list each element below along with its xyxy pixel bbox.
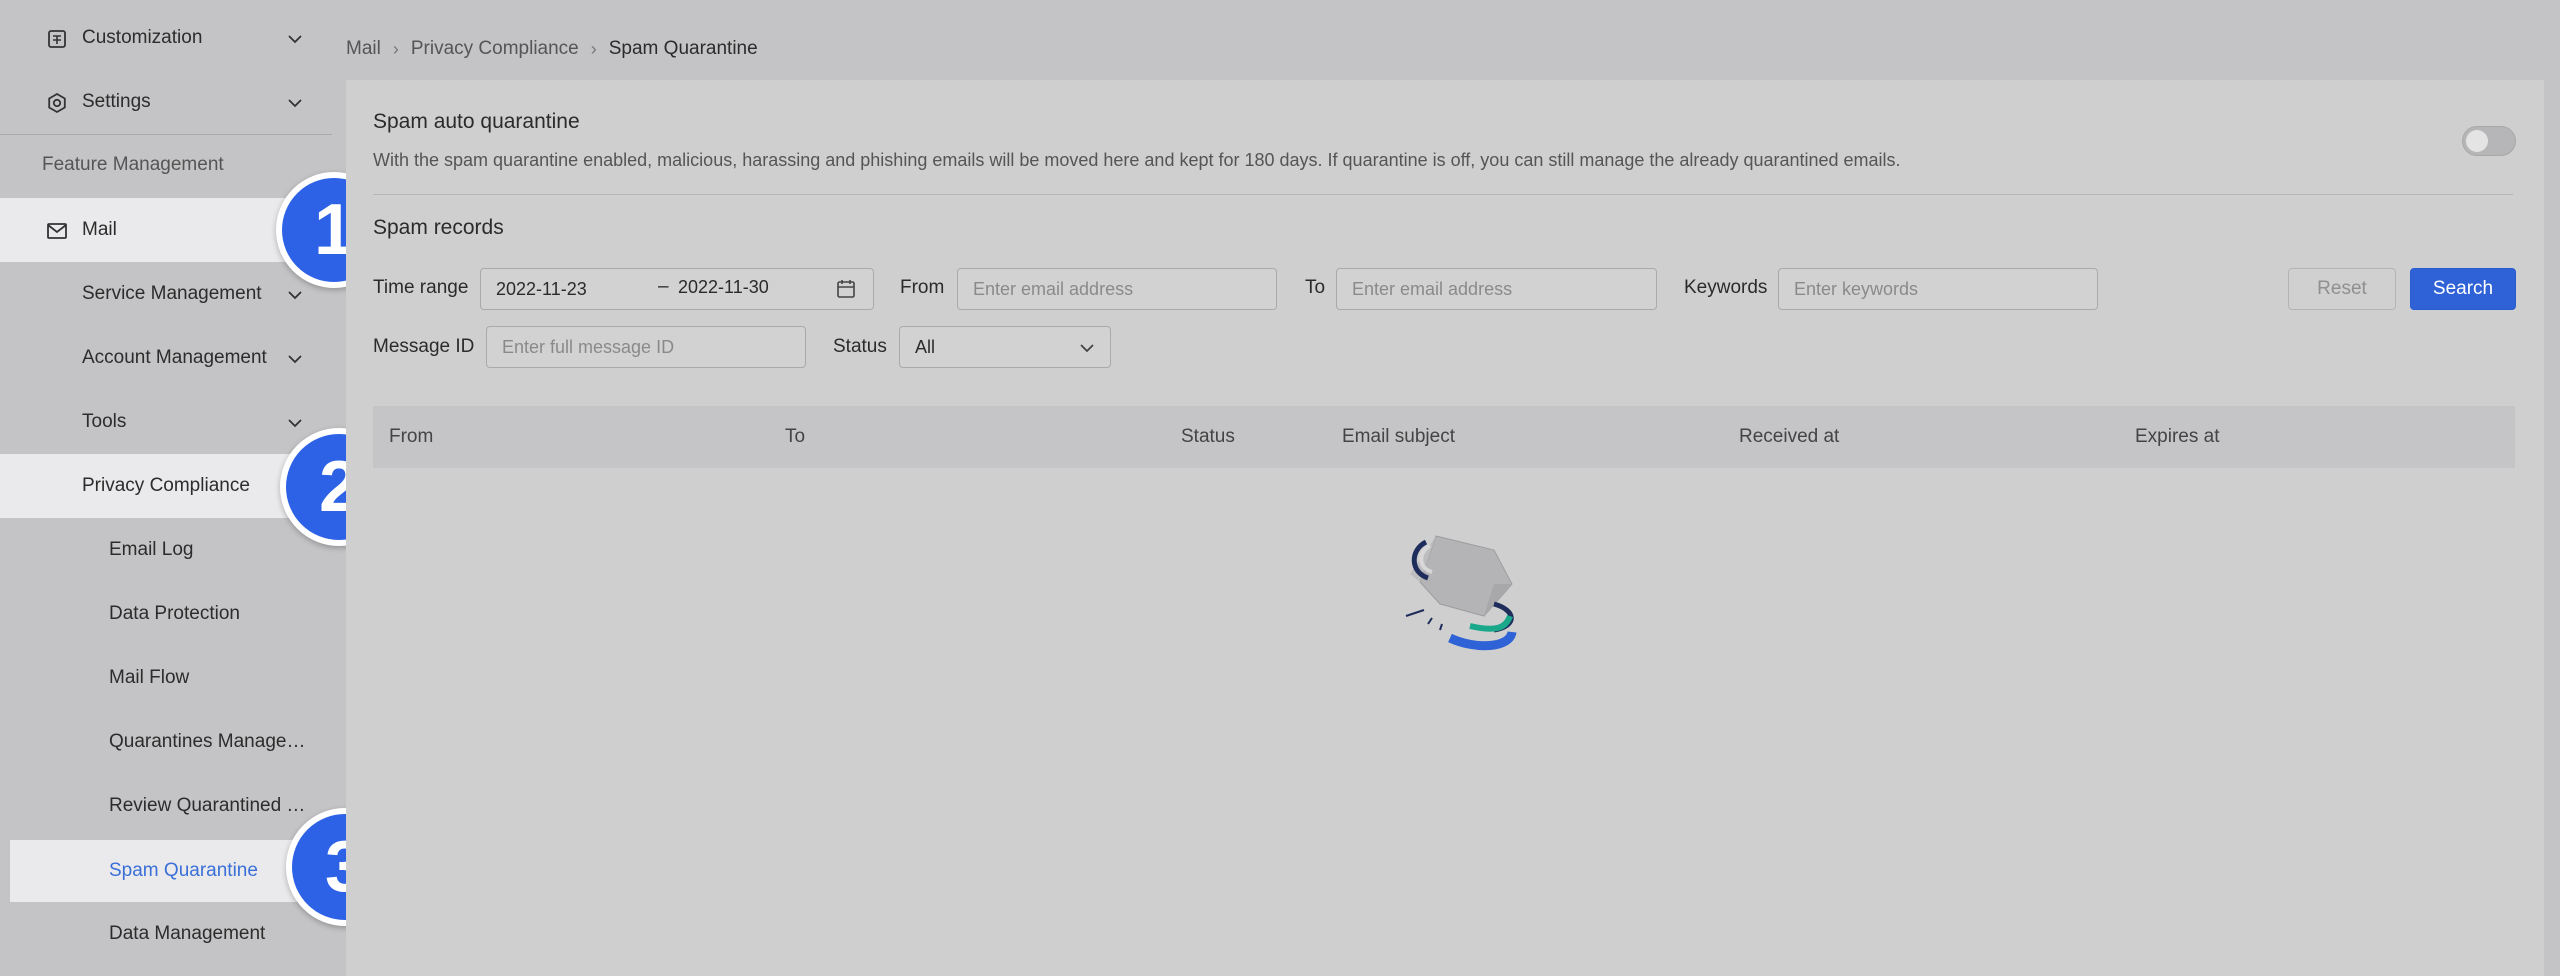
sidebar-item-settings[interactable]: Settings — [0, 70, 332, 134]
chevron-down-icon — [288, 355, 302, 364]
sidebar-item-label: Privacy Compliance — [82, 475, 250, 496]
sidebar-item-label: Settings — [82, 91, 151, 112]
date-range-picker[interactable]: 2022-11-23 — [480, 268, 874, 310]
status-select[interactable]: All — [899, 326, 1111, 368]
breadcrumb-item-mail[interactable]: Mail — [346, 38, 381, 60]
status-label: Status — [833, 336, 887, 357]
to-label: To — [1305, 277, 1326, 298]
sidebar-item-account-management[interactable]: Account Management — [0, 326, 332, 390]
column-header-status: Status — [1181, 426, 1235, 447]
sidebar-item-review-quarantined[interactable]: Review Quarantined … — [0, 774, 332, 838]
search-button[interactable]: Search — [2410, 268, 2516, 310]
chevron-down-icon — [1080, 344, 1094, 353]
message-id-label: Message ID — [373, 336, 475, 357]
message-id-input[interactable]: Enter full message ID — [486, 326, 806, 368]
sidebar-item-email-log[interactable]: Email Log — [0, 518, 332, 582]
column-header-from: From — [389, 426, 434, 447]
sidebar-item-label: Tools — [82, 411, 127, 432]
breadcrumb-item-current: Spam Quarantine — [608, 38, 758, 59]
sidebar-item-label: Customization — [82, 27, 203, 48]
empty-box-illustration — [1405, 535, 1517, 651]
chevron-down-icon — [288, 99, 302, 108]
from-label: From — [900, 277, 945, 298]
spam-records-title: Spam records — [373, 216, 504, 239]
chevron-down-icon — [288, 35, 302, 44]
sidebar-item-label: Review Quarantined … — [109, 795, 306, 816]
section-divider — [373, 194, 2513, 195]
keywords-input[interactable]: Enter keywords — [1778, 268, 2098, 310]
sidebar-item-service-management[interactable]: Service Management — [0, 262, 332, 326]
column-header-email-subject: Email subject — [1342, 426, 1455, 447]
sidebar-item-customization[interactable]: Customization — [0, 6, 332, 70]
sidebar-section-feature-management: Feature Management — [42, 154, 224, 175]
chevron-right-icon: › — [392, 38, 399, 59]
sidebar-item-spam-quarantine[interactable]: Spam Quarantine — [10, 840, 332, 902]
sidebar-item-label: Account Management — [82, 347, 267, 368]
keywords-label: Keywords — [1684, 277, 1768, 298]
auto-quarantine-description: With the spam quarantine enabled, malici… — [373, 150, 1901, 170]
customization-icon — [48, 30, 66, 48]
date-start: 2022-11-23 — [496, 278, 587, 299]
calendar-icon[interactable] — [836, 279, 856, 299]
sidebar-item-data-protection[interactable]: Data Protection — [0, 582, 332, 646]
date-range-separator: – — [658, 276, 669, 297]
breadcrumb: Mail › Privacy Compliance › Spam Quarant… — [346, 38, 758, 60]
sidebar-item-label: Service Management — [82, 283, 262, 304]
chevron-down-icon — [288, 291, 302, 300]
mail-icon — [47, 223, 67, 239]
sidebar-item-label: Mail — [82, 219, 117, 240]
from-email-input[interactable]: Enter email address — [957, 268, 1277, 310]
table-header: From To Status Email subject Received at… — [373, 406, 2515, 468]
chevron-right-icon: › — [590, 38, 597, 59]
sidebar-item-mail-flow[interactable]: Mail Flow — [0, 646, 332, 710]
time-range-label: Time range — [373, 277, 469, 298]
sidebar-item-label: Data Management — [109, 923, 266, 944]
sidebar-divider — [0, 134, 332, 135]
sidebar-item-label: Mail Flow — [109, 667, 190, 688]
reset-button[interactable]: Reset — [2288, 268, 2396, 310]
sidebar-item-label: Email Log — [109, 539, 194, 560]
sidebar-item-quarantines-management[interactable]: Quarantines Manage… — [0, 710, 332, 774]
to-email-input[interactable]: Enter email address — [1336, 268, 1657, 310]
auto-quarantine-title: Spam auto quarantine — [373, 110, 580, 133]
chevron-down-icon — [288, 419, 302, 428]
column-header-received-at: Received at — [1739, 426, 1840, 447]
sidebar-item-label: Spam Quarantine — [109, 860, 258, 881]
column-header-to: To — [785, 426, 806, 447]
sidebar-item-label: Data Protection — [109, 603, 240, 624]
date-end: 2022-11-30 — [678, 277, 769, 297]
auto-quarantine-toggle[interactable] — [2462, 126, 2516, 156]
sidebar-item-label: Quarantines Manage… — [109, 731, 306, 752]
sidebar-item-tools[interactable]: Tools — [0, 390, 332, 454]
main-panel: Spam auto quarantine With the spam quara… — [346, 80, 2544, 976]
sidebar-item-data-management[interactable]: Data Management — [0, 902, 332, 966]
gear-icon — [48, 92, 66, 114]
column-header-expires-at: Expires at — [2135, 426, 2220, 447]
status-select-value: All — [915, 336, 936, 357]
toggle-knob — [2466, 130, 2488, 152]
breadcrumb-item-privacy-compliance[interactable]: Privacy Compliance — [411, 38, 579, 60]
